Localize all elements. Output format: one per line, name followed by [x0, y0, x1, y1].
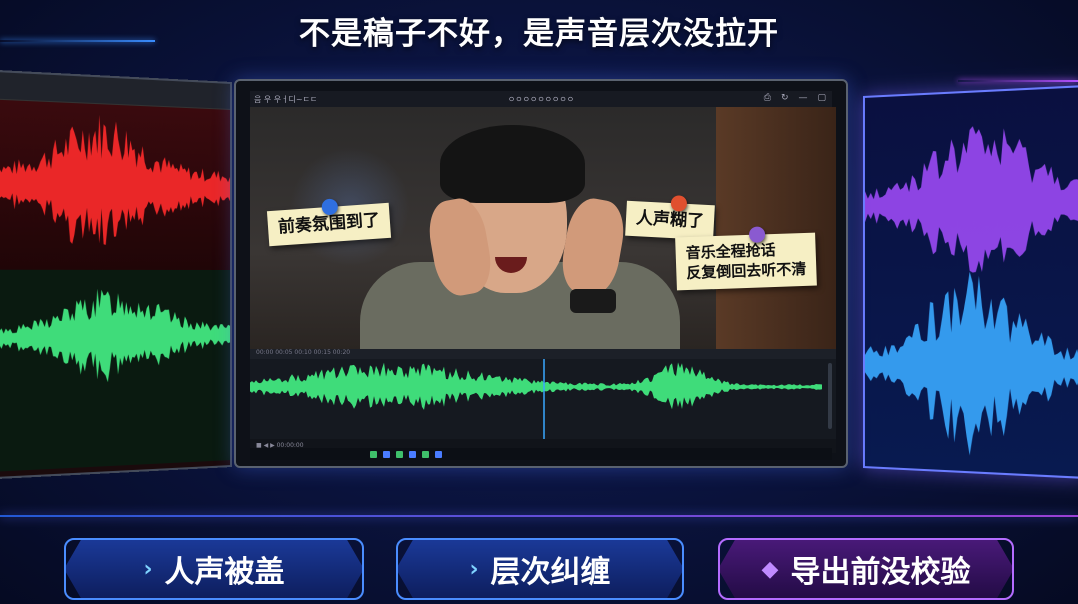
- green-waveform-track: [0, 269, 231, 472]
- layer-tangle-button[interactable]: › 层次纠缠: [396, 538, 684, 600]
- minimize-icon[interactable]: —: [798, 93, 807, 103]
- deco-line-top-right: [958, 80, 1078, 82]
- taskbar-app-icon[interactable]: [422, 450, 429, 458]
- note-text: 人声糊了: [635, 208, 705, 232]
- taskbar-app-icon[interactable]: [370, 450, 377, 458]
- chevron-right-icon: ›: [143, 556, 153, 582]
- audio-editor-window: 음 우 우ㅓ디~ㄷㄷ ㅇㅇㅇㅇㅇㅇㅇㅇㅇ ⎙ ↻ — ▢ 前奏氛围到了 人声糊了…: [234, 79, 848, 468]
- button-label: 导出前没校验: [790, 555, 971, 590]
- preview-photo: 前奏氛围到了 人声糊了 音乐全程抢话 反复倒回去听不清: [250, 107, 836, 349]
- no-export-check-button[interactable]: ◆ 导出前没校验: [718, 538, 1014, 600]
- pin-icon: [670, 195, 688, 212]
- sticky-note-music: 音乐全程抢话 反复倒回去听不清: [675, 226, 817, 290]
- headline: 不是稿子不好，是声音层次没拉开: [299, 16, 779, 52]
- right-monitor: [863, 84, 1078, 480]
- taskbar-app-icon[interactable]: [396, 450, 403, 458]
- taskbar-app-icon[interactable]: [435, 450, 442, 458]
- left-monitor: [0, 69, 233, 480]
- person-hair: [440, 125, 585, 203]
- sticky-note-vocal: 人声糊了: [625, 195, 715, 241]
- editor-title-bar: 음 우 우ㅓ디~ㄷㄷ ㅇㅇㅇㅇㅇㅇㅇㅇㅇ ⎙ ↻ — ▢: [250, 91, 832, 107]
- maximize-icon[interactable]: ▢: [817, 93, 826, 103]
- button-label: 层次纠缠: [490, 555, 611, 590]
- timeline-panel[interactable]: 00:00 00:05 00:10 00:15 00:20 ■ ◀ ▶ 00:0…: [250, 349, 836, 453]
- taskbar: [250, 448, 832, 460]
- background-wall: [716, 107, 836, 349]
- timeline-ruler[interactable]: 00:00 00:05 00:10 00:15 00:20: [250, 349, 836, 359]
- window-buttons: ⎙ ↻ — ▢: [764, 93, 826, 103]
- red-waveform-track: [0, 99, 231, 270]
- export-icon[interactable]: ⎙: [764, 93, 771, 103]
- editor-title-center: ㅇㅇㅇㅇㅇㅇㅇㅇㅇ: [507, 95, 575, 104]
- green-waveform[interactable]: [250, 359, 822, 439]
- button-label: 人声被盖: [164, 555, 285, 590]
- vertical-scrollbar[interactable]: [828, 363, 832, 429]
- floor-glow-line: [0, 515, 1078, 517]
- diamond-icon: ◆: [761, 556, 779, 582]
- chevron-right-icon: ›: [469, 556, 479, 582]
- taskbar-app-icon[interactable]: [383, 450, 390, 458]
- deco-line-top-left: [0, 40, 155, 42]
- vocal-covered-button[interactable]: › 人声被盖: [64, 538, 364, 600]
- taskbar-app-icon[interactable]: [409, 450, 416, 458]
- refresh-icon[interactable]: ↻: [781, 93, 789, 103]
- wristwatch: [570, 289, 616, 313]
- note-line-2: 反复倒回去听不清: [686, 260, 807, 283]
